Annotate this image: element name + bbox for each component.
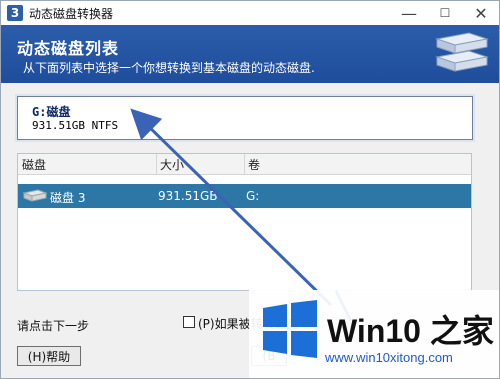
watermark-url: www.win10xitong.com — [325, 350, 453, 365]
maximize-button[interactable]: ☐ — [427, 1, 463, 25]
app-window: 3 动态磁盘转换器 — ☐ ✕ 动态磁盘列表 从下面列表中选择一个你想转换到基本… — [0, 0, 500, 379]
disk-list[interactable]: 磁盘 大小 卷 磁盘 3 931.51GB G: — [17, 153, 472, 291]
list-row[interactable]: 磁盘 3 931.51GB G: — [18, 184, 471, 208]
close-button[interactable]: ✕ — [463, 1, 499, 25]
title-bar[interactable]: 3 动态磁盘转换器 — ☐ ✕ — [1, 1, 499, 26]
convert-checkbox[interactable] — [183, 316, 195, 328]
column-divider[interactable] — [244, 154, 245, 174]
row-disk: 磁盘 3 — [50, 191, 86, 205]
windows-logo-icon — [263, 300, 317, 358]
hard-disk-icon — [22, 189, 48, 202]
minimize-button[interactable]: — — [391, 1, 427, 25]
column-divider[interactable] — [156, 154, 157, 174]
disk-stack-icon — [435, 32, 489, 72]
column-size[interactable]: 大小 — [160, 156, 184, 173]
app-icon: 3 — [7, 5, 23, 21]
hint-text: 请点击下一步 — [17, 319, 90, 333]
selected-disk-name: G:磁盘 — [32, 105, 71, 119]
header-title: 动态磁盘列表 — [17, 39, 120, 58]
list-header: 磁盘 大小 卷 — [18, 154, 471, 175]
watermark-text: Win10 之家 — [327, 313, 494, 349]
row-size: 931.51GB — [158, 189, 218, 203]
column-volume[interactable]: 卷 — [248, 156, 260, 173]
window-title: 动态磁盘转换器 — [29, 7, 114, 21]
watermark-brand: Win10 之家 www.win10xitong.com — [249, 290, 499, 378]
selected-disk-info: 931.51GB NTFS — [32, 119, 119, 132]
selected-disk-box: G:磁盘 931.51GB NTFS — [15, 94, 475, 142]
header-subtitle: 从下面列表中选择一个你想转换到基本磁盘的动态磁盘. — [23, 61, 315, 75]
header-banner: 动态磁盘列表 从下面列表中选择一个你想转换到基本磁盘的动态磁盘. — [1, 25, 499, 83]
row-volume: G: — [246, 189, 260, 203]
help-button[interactable]: (H)帮助 — [17, 346, 81, 366]
column-disk[interactable]: 磁盘 — [22, 156, 46, 173]
